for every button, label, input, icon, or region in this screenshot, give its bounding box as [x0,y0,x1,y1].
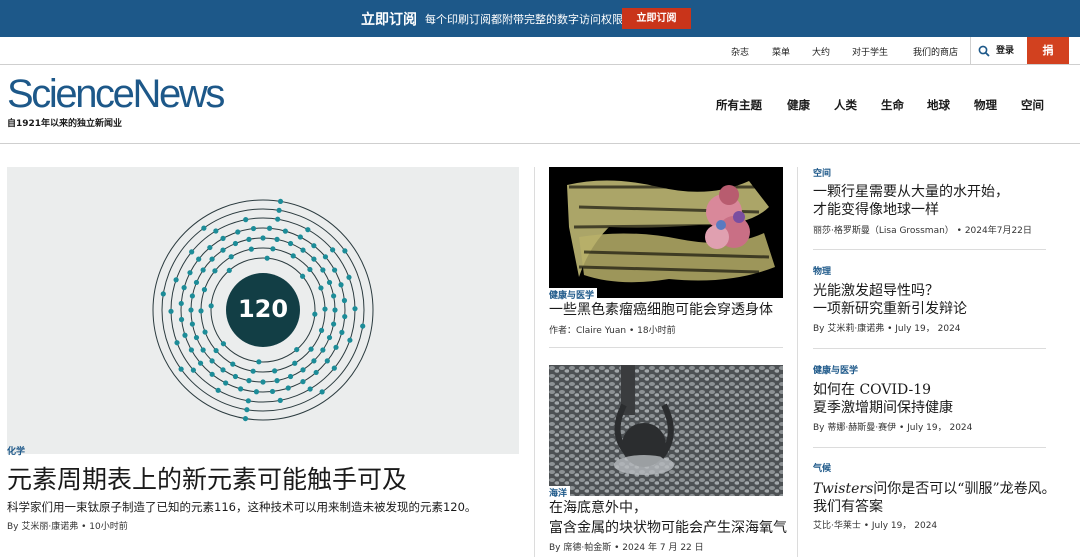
right-title-1[interactable]: 一颗行星需要从大量的水开始， 才能变得像地球一样 [813,183,1009,219]
seafloor-illustration [549,365,783,496]
right-title-3-line1[interactable]: 如何在 COVID-19 [813,381,953,399]
divider [549,347,783,348]
right-byline-2: By 艾米莉·康诺弗 • July 19， 2024 [813,324,961,334]
search-icon[interactable] [978,45,990,57]
right-title-2-line2[interactable]: 一项新研究重新引发辩论 [813,300,967,318]
middle-byline-2: By 席德·帕金斯 • 2024 年 7 月 22 日 [549,543,704,553]
feature-byline: By 艾米丽·康诺弗 • 10小时前 [7,522,128,532]
right-byline-1: 丽莎·格罗斯曼（Lisa Grossman） • 2024年7月22日 [813,226,1032,236]
feature-image[interactable]: 120 [7,167,519,454]
nav-humans[interactable]: 人类 [834,97,857,113]
nav-space[interactable]: 空间 [1021,97,1044,113]
login-label[interactable]: 登录 [996,46,1014,56]
util-link-store[interactable]: 我们的商店 [913,45,958,58]
feature-category[interactable]: 化学 [7,444,25,457]
right-title-4-line1[interactable]: Twisters问你是否可以“驯服”龙卷风。 [813,480,1056,498]
feature-description: 科学家们用一束钛原子制造了已知的元素116，这种技术可以用来制造未被发现的元素1… [7,500,477,514]
donate-button[interactable]: 捐 [1027,37,1069,64]
right-category-1[interactable]: 空间 [813,166,831,179]
divider [970,37,971,64]
tagline: 自1921年以来的独立新闻业 [7,119,123,129]
right-category-4[interactable]: 气候 [813,461,831,474]
right-title-3-line2[interactable]: 夏季激增期间保持健康 [813,399,953,417]
nav-earth[interactable]: 地球 [927,97,950,113]
logo[interactable]: ScienceNews [7,74,225,114]
promo-title: 立即订阅 [361,12,417,28]
promo-text: 每个印刷订阅都附带完整的数字访问权限 [425,13,623,26]
right-title-2[interactable]: 光能激发超导性吗？ 一项新研究重新引发辩论 [813,282,967,318]
feature-title[interactable]: 元素周期表上的新元素可能触手可及 [7,460,407,496]
divider [813,348,1046,349]
nodule-image[interactable] [549,365,783,496]
atom-number: 120 [237,295,289,323]
middle-byline-1: 作者：Claire Yuan • 18小时前 [549,326,676,336]
login-link[interactable]: 登录 [978,43,1014,57]
right-byline-3: By 蒂娜·赫斯曼·赛伊 • July 19， 2024 [813,423,973,433]
util-link-students[interactable]: 对于学生 [852,45,888,58]
right-title-4[interactable]: Twisters问你是否可以“驯服”龙卷风。 我们有答案 [813,480,1056,516]
nav-all-topics[interactable]: 所有主题 [716,97,762,113]
subscribe-button[interactable]: 立即订阅 [622,8,691,29]
right-title-1-line1[interactable]: 一颗行星需要从大量的水开始， [813,183,1009,201]
nav-health[interactable]: 健康 [787,97,810,113]
middle-title-2[interactable]: 在海底意外中， 富含金属的块状物可能会产生深海氧气 [549,498,787,538]
util-link-about[interactable]: 大约 [812,45,830,58]
middle-title-1[interactable]: 一些黑色素瘤癌细胞可能会穿透身体 [549,300,773,320]
right-title-1-line2[interactable]: 才能变得像地球一样 [813,201,1009,219]
column-divider [534,167,535,557]
middle-title-2-line1[interactable]: 在海底意外中， [549,498,787,518]
right-title-4-line2[interactable]: 我们有答案 [813,498,1056,516]
util-link-menu[interactable]: 菜单 [772,45,790,58]
site-header: ScienceNews 自1921年以来的独立新闻业 所有主题 健康 人类 生命… [0,64,1080,144]
right-title-2-line1[interactable]: 光能激发超导性吗？ [813,282,967,300]
right-category-2[interactable]: 物理 [813,264,831,277]
nav-physics[interactable]: 物理 [974,97,997,113]
right-title-4-italic[interactable]: Twisters [813,481,873,497]
right-byline-4: 艾比·华莱士 • July 19， 2024 [813,521,938,531]
column-divider [797,167,798,557]
right-category-3[interactable]: 健康与医学 [813,363,858,376]
promo-banner: 立即订阅 每个印刷订阅都附带完整的数字访问权限 立即订阅 [0,0,1080,37]
cell-illustration [549,167,783,298]
divider [813,249,1046,250]
util-link-magazine[interactable]: 杂志 [731,45,749,58]
divider [813,447,1046,448]
right-title-3[interactable]: 如何在 COVID-19 夏季激增期间保持健康 [813,381,953,417]
utility-bar: 杂志 菜单 大约 对于学生 我们的商店 登录 捐 [0,37,1080,65]
middle-title-2-line2[interactable]: 富含金属的块状物可能会产生深海氧气 [549,518,787,538]
melanoma-image[interactable] [549,167,783,298]
nav-life[interactable]: 生命 [881,97,904,113]
right-title-4-rest[interactable]: 问你是否可以“驯服”龙卷风。 [873,481,1055,497]
